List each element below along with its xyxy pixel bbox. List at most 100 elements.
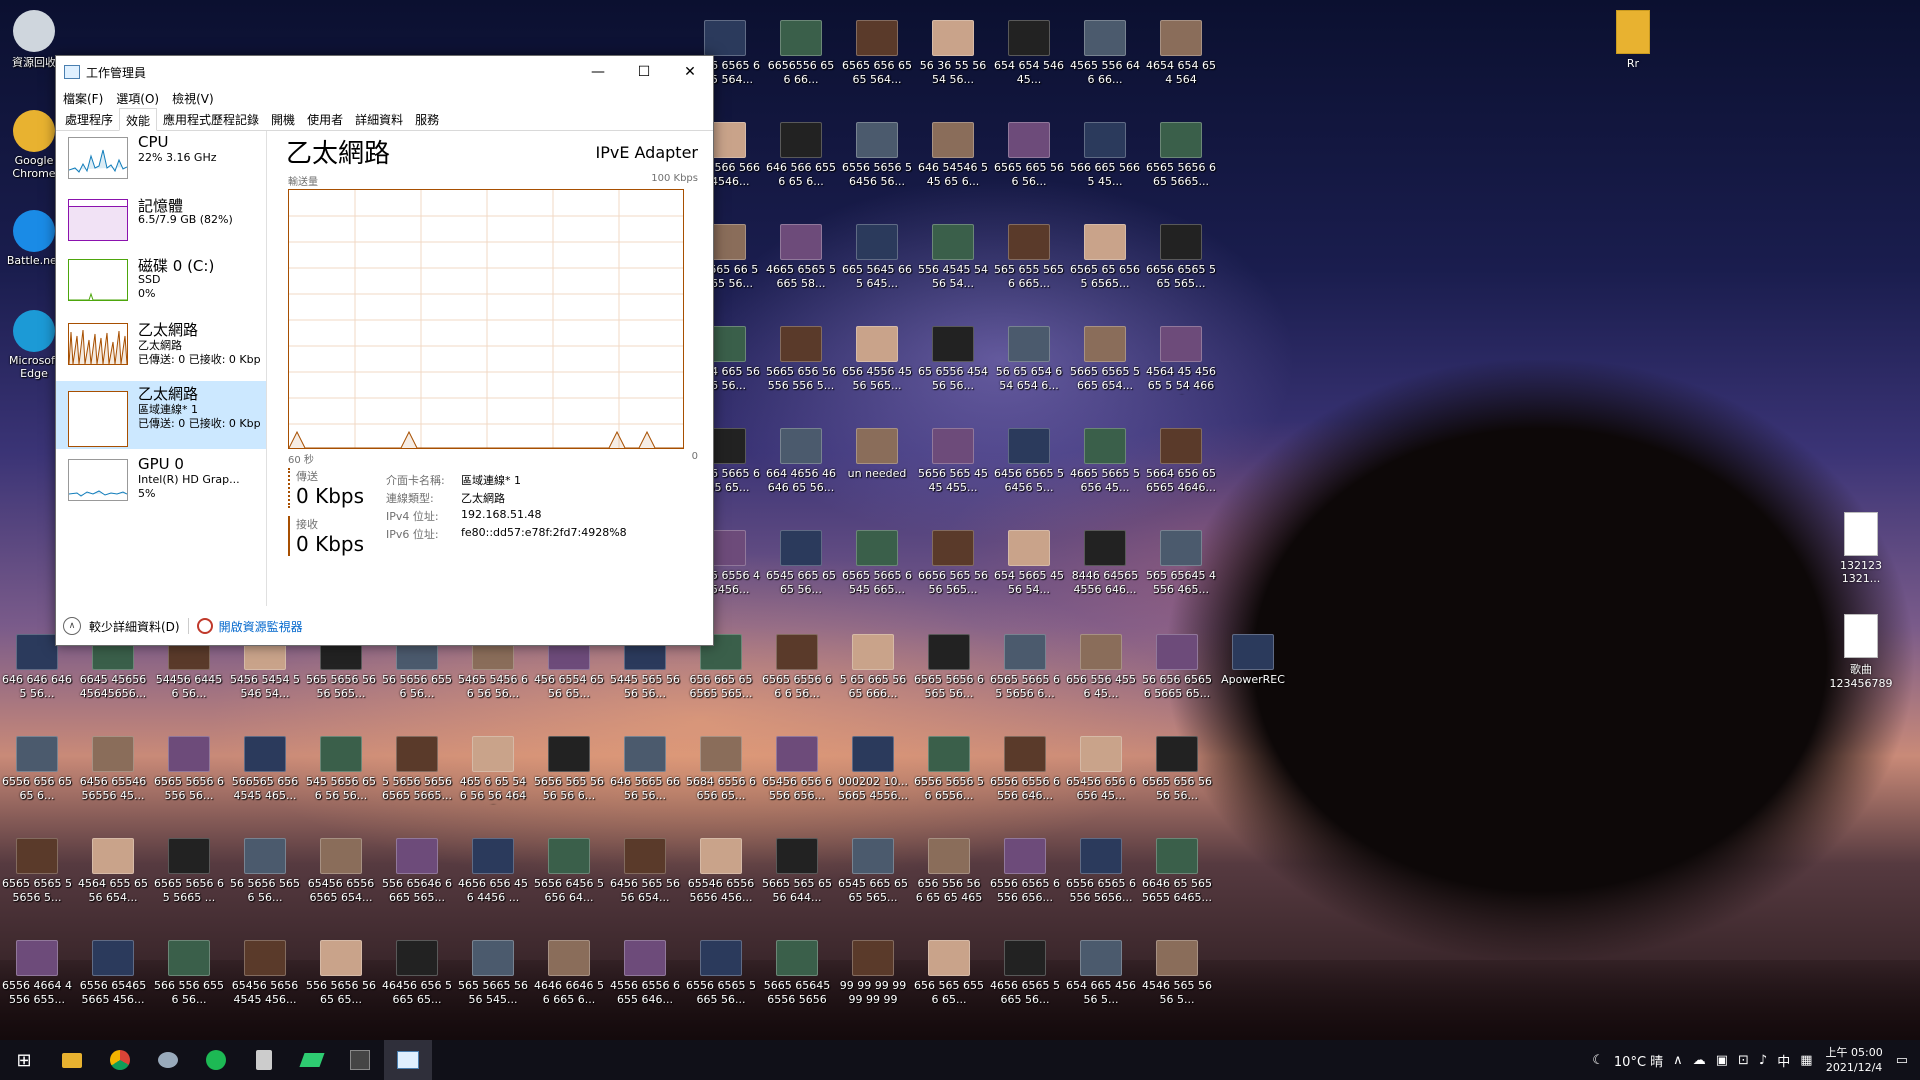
desktop-icon[interactable]: 6556 656 6565 6... xyxy=(2,730,72,826)
maximize-button[interactable]: ☐ xyxy=(621,56,667,88)
desktop-icon[interactable]: 6565 6565 55656 5... xyxy=(2,832,72,928)
tab-users[interactable]: 使用者 xyxy=(301,108,349,130)
desktop-icon[interactable]: 6556 6565 6556 5656... xyxy=(1066,832,1136,928)
desktop-icon[interactable]: 664 4656 46 646 65 56... xyxy=(766,422,836,518)
desktop-icon[interactable]: 65456 656 6656 45... xyxy=(1066,730,1136,826)
app-icon[interactable] xyxy=(144,1040,192,1080)
desktop-icon[interactable]: 6565 5665 65 5656 6... xyxy=(990,628,1060,724)
desktop-icon[interactable]: 6556 6565 6556 656... xyxy=(990,832,1060,928)
game-icon[interactable] xyxy=(288,1040,336,1080)
desktop-icon[interactable]: 6545 665 6565 56... xyxy=(766,524,836,620)
network-icon[interactable]: ⊡ xyxy=(1738,1053,1749,1068)
desktop-icon[interactable]: 5665 656 56 556 556 5... xyxy=(766,320,836,416)
desktop-icon[interactable]: 6565 6556 66 6 56... xyxy=(762,628,832,724)
desktop-icon[interactable]: 56 36 55 5654 56... xyxy=(918,14,988,110)
input-icon[interactable]: ▦ xyxy=(1800,1053,1812,1068)
desktop-icon[interactable]: 65456 656 6556 656... xyxy=(762,730,832,826)
desktop-icon[interactable]: 665 5645 665 645... xyxy=(842,218,912,314)
desktop-icon[interactable]: 566 556 6556 56... xyxy=(154,934,224,1030)
desktop-icon[interactable]: 4564 45 456 65 5 54 4664 xyxy=(1146,320,1216,416)
desktop-icon[interactable]: 654 654 546 45... xyxy=(994,14,1064,110)
desktop-icon[interactable]: 6565 5656 65 5665 ... xyxy=(154,832,224,928)
desktop-icon[interactable]: 6556 65465 5665 456... xyxy=(78,934,148,1030)
desktop-icon[interactable]: 6646 65 565 5655 6465... xyxy=(1142,832,1212,928)
task-manager-taskbar-icon[interactable] xyxy=(384,1040,432,1080)
desktop-icon[interactable]: 5 5656 5656 6565 5665... xyxy=(382,730,452,826)
desktop-icon[interactable]: 6565 65 6565 6565... xyxy=(1070,218,1140,314)
desktop-icon[interactable]: 56 5656 5656 56... xyxy=(230,832,300,928)
desktop-icon[interactable]: 465 6 65 546 56 56 4646 xyxy=(458,730,528,826)
desktop-icon[interactable]: un needed xyxy=(842,422,912,518)
desktop-icon[interactable]: 656 556 4556 45... xyxy=(1066,628,1136,724)
desktop-icon[interactable]: 5656 565 5656 56 6... xyxy=(534,730,604,826)
desktop-icon[interactable]: 6565 5656 6556 56... xyxy=(154,730,224,826)
menu-options[interactable]: 選項(O) xyxy=(116,90,159,107)
recorder-icon[interactable]: ▣ xyxy=(1716,1053,1728,1068)
desktop-icon[interactable]: 646 54546 545 65 6... xyxy=(918,116,988,212)
desktop-icon[interactable]: 565 655 5656 665... xyxy=(994,218,1064,314)
desktop-icon[interactable]: 6556 6556 6556 646... xyxy=(990,730,1060,826)
desktop-icon[interactable]: 656 565 6556 65... xyxy=(914,934,984,1030)
desktop-icon[interactable]: 6556 4664 4556 655... xyxy=(2,934,72,1030)
desktop-icon[interactable]: 556 65646 6665 565... xyxy=(382,832,452,928)
desktop-icon[interactable]: 646 566 6556 65 6... xyxy=(766,116,836,212)
tab-app-history[interactable]: 應用程式歷程記錄 xyxy=(157,108,265,130)
notification-icon[interactable]: ▭ xyxy=(1896,1053,1908,1068)
desktop-icon[interactable]: 6556 5656 56456 56... xyxy=(842,116,912,212)
desktop-icon[interactable]: 6556 6565 5665 56... xyxy=(686,934,756,1030)
desktop-icon[interactable]: 4656 656 456 4456 ... xyxy=(458,832,528,928)
desktop-icon[interactable]: 566565 656 4545 465... xyxy=(230,730,300,826)
tab-performance[interactable]: 效能 xyxy=(119,108,158,131)
desktop-icon[interactable]: 6656 6565 565 565... xyxy=(1146,218,1216,314)
tab-services[interactable]: 服務 xyxy=(409,108,445,130)
desktop-icon[interactable]: 4656 6565 5665 56... xyxy=(990,934,1060,1030)
desktop-icon[interactable]: 65546 6556 5656 456... xyxy=(686,832,756,928)
desktop-icon[interactable]: 46456 656 5665 65... xyxy=(382,934,452,1030)
fewer-details-button[interactable]: ∧ 較少詳細資料(D) xyxy=(63,617,180,635)
desktop-icon[interactable]: 6656 565 5656 565... xyxy=(918,524,988,620)
desktop-icon[interactable]: 6565 5656 6565 56... xyxy=(914,628,984,724)
terminal-icon[interactable] xyxy=(336,1040,384,1080)
desktop-icon[interactable]: 6545 665 6565 565... xyxy=(838,832,908,928)
close-button[interactable]: ✕ xyxy=(667,56,713,88)
file-explorer-icon[interactable] xyxy=(48,1040,96,1080)
clock[interactable]: 上午 05:00 2021/12/4 xyxy=(1826,1045,1883,1075)
desktop-icon[interactable]: 656 4556 4556 565... xyxy=(842,320,912,416)
desktop-icon[interactable]: 6565 5665 6545 665... xyxy=(842,524,912,620)
desktop-icon[interactable]: 4546 565 5656 5... xyxy=(1142,934,1212,1030)
menu-view[interactable]: 檢視(V) xyxy=(172,90,214,107)
desktop-icon[interactable]: 4665 6565 5665 58... xyxy=(766,218,836,314)
sidebar-item-disk[interactable]: 磁碟 0 (C:) SSD 0% xyxy=(56,253,266,317)
desktop-icon[interactable]: 4565 556 646 66... xyxy=(1070,14,1140,110)
tab-details[interactable]: 詳細資料 xyxy=(349,108,409,130)
desktop-icon[interactable]: Rr xyxy=(1598,10,1668,70)
desktop-icon[interactable]: 4654 654 654 564 xyxy=(1146,14,1216,110)
desktop-icon[interactable]: 6565 656 5656 56... xyxy=(1142,730,1212,826)
desktop-icon[interactable]: 5 65 665 5665 666... xyxy=(838,628,908,724)
desktop-icon[interactable]: 6565 5656 665 5665... xyxy=(1146,116,1216,212)
desktop-icon[interactable]: 5656 565 4545 455... xyxy=(918,422,988,518)
sidebar-item-cpu[interactable]: CPU 22% 3.16 GHz xyxy=(56,131,266,195)
menu-file[interactable]: 檔案(F) xyxy=(63,90,103,107)
minimize-button[interactable]: — xyxy=(575,56,621,88)
desktop-icon[interactable]: 556 4545 5456 54... xyxy=(918,218,988,314)
volume-icon[interactable]: ♪ xyxy=(1759,1053,1767,1068)
weather-text[interactable]: 10°C 晴 xyxy=(1614,1051,1663,1070)
desktop-icon[interactable]: 566 665 5665 45... xyxy=(1070,116,1140,212)
desktop-icon[interactable]: ApowerREC xyxy=(1218,628,1288,724)
desktop-icon[interactable]: 6556 5656 56 6556... xyxy=(914,730,984,826)
desktop-icon[interactable]: 65456 6556 6565 654... xyxy=(306,832,376,928)
desktop-icon[interactable]: 565 5665 5656 545... xyxy=(458,934,528,1030)
desktop-icon[interactable]: 65456 5656 4545 456... xyxy=(230,934,300,1030)
desktop-icon[interactable]: 6456 565 5656 654... xyxy=(610,832,680,928)
start-button[interactable]: ⊞ xyxy=(0,1040,48,1080)
desktop-icon[interactable]: 99 99 99 99 99 99 99 xyxy=(838,934,908,1030)
task-manager-window[interactable]: 工作管理員 — ☐ ✕ 檔案(F) 選項(O) 檢視(V) 處理程序 效能 應用… xyxy=(55,55,714,646)
desktop-icon[interactable]: 5684 6556 6656 65... xyxy=(686,730,756,826)
desktop-icon[interactable]: 4556 6556 6655 646... xyxy=(610,934,680,1030)
desktop-icon[interactable]: 565 65645 4556 465... xyxy=(1146,524,1216,620)
desktop-icon[interactable]: 6656556 656 66... xyxy=(766,14,836,110)
desktop-icon[interactable]: 5665 6565 5665 654... xyxy=(1070,320,1140,416)
desktop-icon[interactable]: 5664 656 65 6565 4646... xyxy=(1146,422,1216,518)
sidebar-item-memory[interactable]: 記憶體 6.5/7.9 GB (82%) xyxy=(56,193,266,257)
